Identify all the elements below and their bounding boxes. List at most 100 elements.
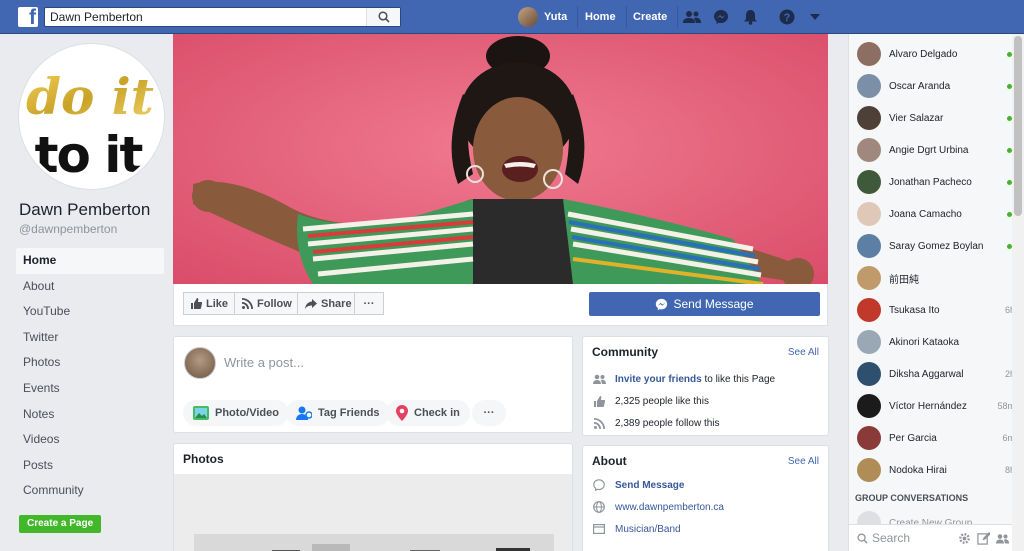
post-composer: Write a post... Photo/Video Tag Friends … <box>173 336 573 433</box>
avatar <box>857 138 881 162</box>
page-scrollbar[interactable] <box>1012 34 1024 551</box>
page-handle[interactable]: @dawnpemberton <box>19 222 117 236</box>
facebook-logo-icon[interactable]: f <box>18 7 38 27</box>
website-row: www.dawnpemberton.ca <box>592 499 724 515</box>
compose-icon[interactable] <box>977 531 990 545</box>
chat-contact[interactable]: Oscar Aranda <box>849 70 1015 102</box>
tag-friends-icon <box>296 406 312 420</box>
chat-contact[interactable]: Saray Gomez Boylan <box>849 230 1015 262</box>
left-nav-posts[interactable]: Posts <box>16 453 164 479</box>
nav-create-link[interactable]: Create <box>623 6 679 28</box>
do-it-to-it-logo: do it to it <box>26 67 154 184</box>
about-send-message-link[interactable]: Send Message <box>615 480 684 491</box>
page-profile-picture[interactable]: do it to it <box>19 44 164 189</box>
left-nav-youtube[interactable]: YouTube <box>16 299 164 325</box>
friends-icon[interactable] <box>996 532 1009 545</box>
about-see-all-link[interactable]: See All <box>788 456 819 467</box>
left-nav-notes[interactable]: Notes <box>16 402 164 428</box>
search-box <box>44 7 401 27</box>
chat-contact[interactable]: 前田純 <box>849 262 1015 294</box>
left-nav-photos[interactable]: Photos <box>16 350 164 376</box>
photos-title[interactable]: Photos <box>183 452 224 466</box>
avatar <box>857 234 881 258</box>
friends-icon <box>592 374 606 384</box>
notifications-button[interactable] <box>741 8 759 26</box>
gear-icon[interactable] <box>958 532 971 545</box>
chat-contact[interactable]: Tsukasa Ito 6h <box>849 294 1015 326</box>
contact-name: Oscar Aranda <box>889 80 951 92</box>
like-thumb-icon <box>191 298 202 309</box>
share-button[interactable]: Share <box>297 292 360 315</box>
community-see-all-link[interactable]: See All <box>788 347 819 358</box>
check-in-button[interactable]: Check in <box>386 400 470 426</box>
chat-contact[interactable]: Angie Dgrt Urbina <box>849 134 1015 166</box>
community-title: Community <box>592 345 658 359</box>
contact-name: Akinori Kataoka <box>889 336 960 348</box>
left-nav-home[interactable]: Home <box>16 248 164 274</box>
photo-thumbnail[interactable] <box>174 474 572 551</box>
page-name[interactable]: Dawn Pemberton <box>19 200 169 220</box>
chat-contact[interactable]: Joana Camacho <box>849 198 1015 230</box>
chat-contact[interactable]: Jonathan Pacheco <box>849 166 1015 198</box>
friends-icon <box>683 11 701 23</box>
category-link[interactable]: Musician/Band <box>615 524 681 535</box>
send-message-label: Send Message <box>673 297 754 311</box>
left-nav-videos[interactable]: Videos <box>16 427 164 453</box>
write-post-input[interactable]: Write a post... <box>224 355 304 370</box>
chat-contact[interactable]: Nodoka Hirai 8h <box>849 454 1015 486</box>
website-link[interactable]: www.dawnpemberton.ca <box>615 502 724 513</box>
chat-search-input[interactable]: Search <box>872 531 910 545</box>
account-menu-button[interactable] <box>806 8 824 26</box>
tag-friends-button[interactable]: Tag Friends <box>286 400 390 426</box>
scrollbar-thumb[interactable] <box>1014 36 1022 216</box>
page-action-bar: Like Follow Share ··· Send Message <box>173 284 828 326</box>
contact-name: Saray Gomez Boylan <box>889 240 984 252</box>
messenger-button[interactable] <box>712 8 730 26</box>
location-pin-icon <box>396 405 408 421</box>
left-nav-twitter[interactable]: Twitter <box>16 325 164 351</box>
invite-friends-link[interactable]: Invite your friends <box>615 374 702 385</box>
chat-contact[interactable]: Akinori Kataoka <box>849 326 1015 358</box>
composer-more-button[interactable]: ··· <box>472 400 506 426</box>
left-nav-events[interactable]: Events <box>16 376 164 402</box>
nav-profile-link[interactable]: Yuta <box>518 6 579 28</box>
cover-photo[interactable] <box>173 34 828 284</box>
invite-friends-text: to like this Page <box>701 373 776 385</box>
contact-name: Diksha Aggarwal <box>889 368 964 380</box>
chat-contact[interactable]: Per Garcia 6m <box>849 422 1015 454</box>
about-title: About <box>592 454 627 468</box>
photos-card: Photos <box>173 443 573 551</box>
nav-home-link[interactable]: Home <box>575 6 627 28</box>
avatar <box>184 347 216 379</box>
avatar <box>857 394 881 418</box>
send-message-button[interactable]: Send Message <box>589 292 820 316</box>
left-nav-community[interactable]: Community <box>16 478 164 504</box>
follow-button[interactable]: Follow <box>234 292 300 315</box>
chat-contact[interactable]: Diksha Aggarwal 2h <box>849 358 1015 390</box>
dropdown-icon <box>810 14 820 20</box>
search-button[interactable] <box>366 8 400 26</box>
chat-sidebar: Alvaro Delgado Oscar Aranda Vier Salazar… <box>848 34 1024 551</box>
category-tag-icon <box>593 524 605 534</box>
avatar <box>857 362 881 386</box>
left-nav-about[interactable]: About <box>16 274 164 300</box>
friend-requests-button[interactable] <box>683 8 701 26</box>
cover-photo-image <box>173 34 828 284</box>
help-button[interactable]: ? <box>778 8 796 26</box>
photo-video-button[interactable]: Photo/Video <box>183 400 289 426</box>
more-actions-button[interactable]: ··· <box>354 292 384 315</box>
avatar <box>857 266 881 290</box>
like-thumb-icon <box>593 395 605 407</box>
chat-contact[interactable]: Vier Salazar <box>849 102 1015 134</box>
chat-contact[interactable]: Víctor Hernández 58m <box>849 390 1015 422</box>
chat-search-bar[interactable]: Search <box>849 524 1024 551</box>
chat-contact[interactable]: Alvaro Delgado <box>849 38 1015 70</box>
search-input[interactable] <box>45 8 365 26</box>
like-button[interactable]: Like <box>183 292 237 315</box>
about-card: About See All Send Message www.dawnpembe… <box>582 445 829 551</box>
create-page-button[interactable]: Create a Page <box>19 515 102 533</box>
contact-name: Per Garcia <box>889 432 937 444</box>
page-left-nav: Home About YouTube Twitter Photos Events… <box>16 248 164 504</box>
contact-name: Nodoka Hirai <box>889 464 947 476</box>
avatar <box>518 7 538 27</box>
